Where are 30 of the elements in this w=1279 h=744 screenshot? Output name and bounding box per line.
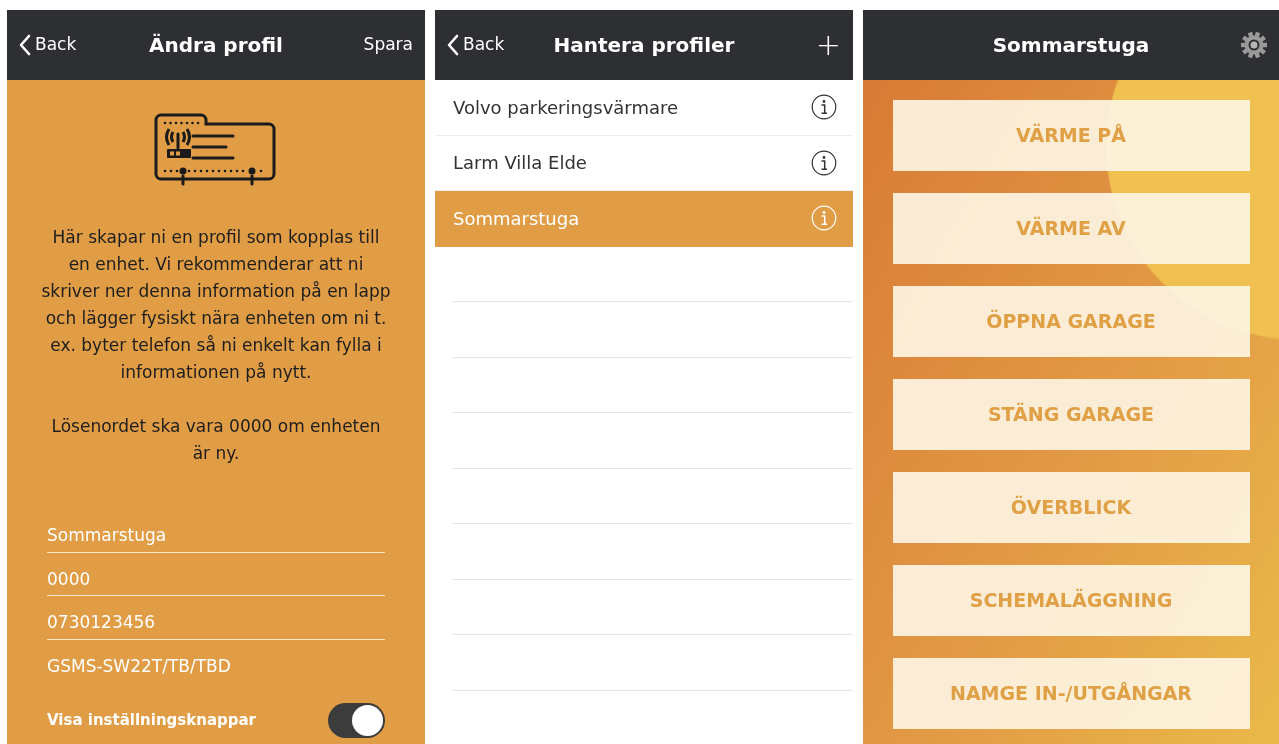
info-icon[interactable]	[811, 94, 837, 121]
settings-icon[interactable]	[1241, 32, 1267, 58]
profile-list-item[interactable]: Volvo parkeringsvärmare	[435, 80, 853, 136]
back-chevron-icon	[19, 34, 31, 56]
toggle-switch[interactable]	[328, 703, 385, 738]
screen-title: Hantera profiler	[553, 32, 735, 59]
info-paragraph: Lösenordet ska vara 0000 om enheten är ny.	[50, 415, 382, 465]
action-button[interactable]: ÖVERBLICK	[892, 472, 1250, 543]
profile-list-item[interactable]: Sommarstuga	[435, 191, 853, 247]
device-card-icon	[153, 112, 279, 186]
action-button[interactable]: VÄRME AV	[892, 193, 1250, 264]
action-button[interactable]: VÄRME PÅ	[892, 100, 1250, 171]
add-button[interactable]: +	[815, 30, 841, 60]
screen-title: Sommarstuga	[992, 32, 1150, 59]
save-button[interactable]: Spara	[363, 32, 413, 58]
screen-title: Ändra profil	[149, 32, 283, 59]
info-paragraph: Här skapar ni en profil som kopplas till en enhet. Vi rekommenderar att ni skriver ner denna information på en lapp och lägger fysiskt nära enheten om ni t. ex. byter telefon så ni enkelt kan fylla i informationen på nytt.	[41, 226, 391, 384]
action-button[interactable]: SCHEMALÄGGNING	[892, 565, 1250, 636]
back-button[interactable]: Back	[19, 32, 77, 58]
text-input-field[interactable]: 0000	[47, 566, 385, 596]
back-button[interactable]: Back	[447, 32, 505, 58]
device-model-text: GSMS-SW22T/TB/TBD	[47, 654, 232, 678]
info-icon[interactable]	[811, 149, 837, 176]
back-chevron-icon	[447, 34, 459, 56]
action-button[interactable]: ÖPPNA GARAGE	[892, 286, 1250, 357]
action-button[interactable]: STÄNG GARAGE	[892, 379, 1250, 450]
text-input-field[interactable]: Sommarstuga	[47, 523, 385, 553]
text-input-field[interactable]: 0730123456	[47, 610, 385, 640]
toggle-label: Visa inställningsknappar	[47, 710, 257, 732]
action-button[interactable]: NAMGE IN-/UTGÅNGAR	[892, 658, 1250, 729]
